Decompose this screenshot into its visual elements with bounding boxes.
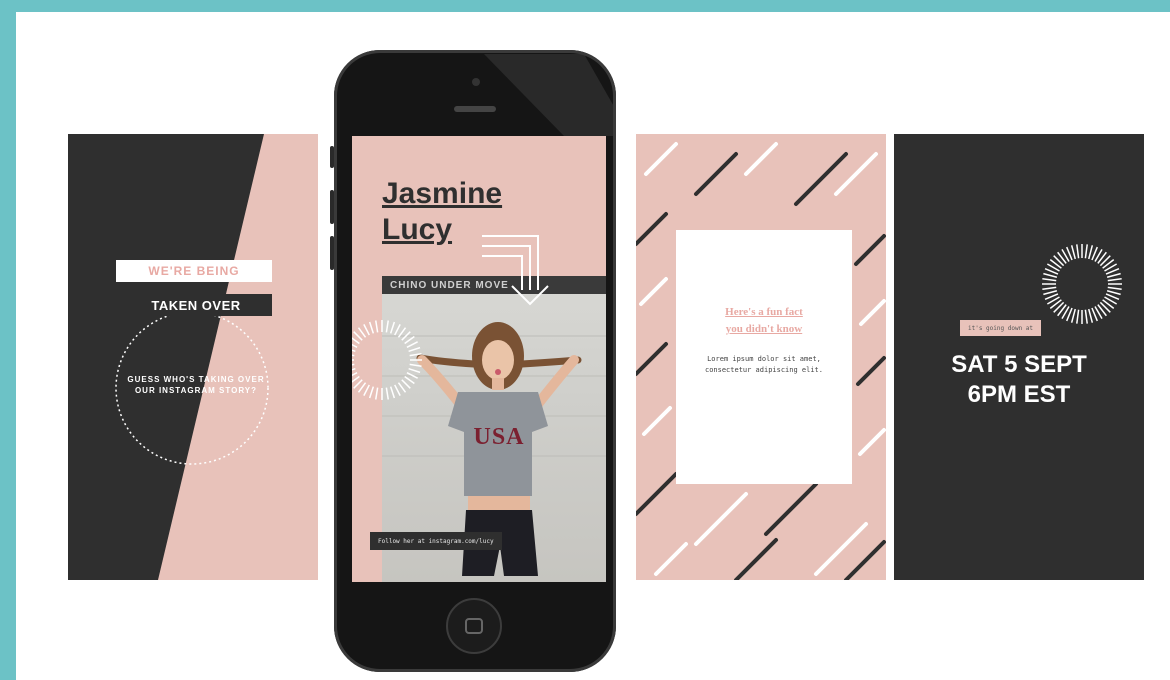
fun-fact-title: Here's a fun fact you didn't know bbox=[676, 304, 852, 338]
takeover-label-2: TAKEN OVER bbox=[120, 294, 272, 316]
event-tag: it's going down at bbox=[960, 320, 1042, 336]
diagonal-split-shape bbox=[115, 134, 318, 580]
sunburst-ray bbox=[1042, 286, 1057, 290]
phone-mute-switch bbox=[330, 146, 334, 168]
sunburst-ray bbox=[357, 327, 367, 338]
sunburst-ray bbox=[1106, 290, 1121, 296]
story-card-takeover: WE'RE BEING TAKEN OVER GUESS WHO'S TAKIN… bbox=[68, 134, 318, 580]
sunburst-ray bbox=[353, 331, 363, 341]
story-title-line-1: Jasmine bbox=[382, 177, 503, 210]
story-card-fun-fact: Here's a fun fact you didn't know Lorem … bbox=[636, 134, 886, 580]
takeover-label-1: WE'RE BEING bbox=[116, 260, 272, 282]
fun-fact-box: Here's a fun fact you didn't know Lorem … bbox=[676, 230, 852, 484]
sunburst-ray bbox=[375, 387, 379, 400]
story-card-event-date: it's going down at SAT 5 SEPT 6PM EST bbox=[894, 134, 1144, 580]
sunburst-ray bbox=[1088, 245, 1094, 260]
sunburst-ray bbox=[352, 349, 356, 353]
phone-speaker bbox=[454, 106, 496, 112]
event-date-line-1: SAT 5 SEPT bbox=[951, 351, 1087, 378]
template-showcase: WE'RE BEING TAKEN OVER GUESS WHO'S TAKIN… bbox=[16, 12, 1170, 680]
sunburst-ray bbox=[368, 321, 375, 334]
sunburst-ray bbox=[1084, 244, 1088, 259]
event-date: SAT 5 SEPT 6PM EST bbox=[894, 350, 1144, 410]
story-title: Jasmine Lucy bbox=[382, 176, 502, 248]
sunburst-ray bbox=[375, 320, 379, 333]
sunburst-ray bbox=[363, 324, 370, 336]
sunburst-ray bbox=[352, 375, 360, 383]
takeover-body: GUESS WHO'S TAKING OVER OUR INSTAGRAM ST… bbox=[127, 375, 265, 395]
sunburst-ray bbox=[353, 379, 363, 389]
phone-camera bbox=[472, 78, 480, 86]
sunburst-ray bbox=[1106, 272, 1121, 278]
sunburst-ray bbox=[352, 354, 355, 357]
sunburst-ray bbox=[352, 343, 358, 348]
sunburst-ray bbox=[363, 384, 370, 396]
sunburst-ray bbox=[1107, 278, 1122, 282]
sunburst-ray bbox=[352, 372, 358, 377]
home-button-icon[interactable] bbox=[446, 598, 502, 654]
phone-screen: Jasmine Lucy CHINO UNDER MOVE USA Follow… bbox=[352, 136, 606, 582]
fun-fact-body: Lorem ipsum dolor sit amet, consectetur … bbox=[704, 355, 823, 374]
story-title-line-2: Lucy bbox=[382, 213, 453, 246]
sunburst-ray bbox=[352, 367, 356, 371]
phone-volume-up bbox=[330, 190, 334, 224]
sunburst-ray bbox=[1070, 308, 1076, 323]
sunburst-ray bbox=[1107, 286, 1122, 290]
sunburst-ray bbox=[1088, 308, 1094, 323]
fun-fact-title-line-2: you didn't know bbox=[725, 323, 803, 335]
sunburst-ray bbox=[352, 337, 360, 345]
sunburst-ray bbox=[1043, 272, 1058, 278]
phone-volume-down bbox=[330, 236, 334, 270]
sunburst-ray bbox=[1084, 309, 1088, 324]
follow-caption: Follow her at instagram.com/lucy bbox=[370, 532, 502, 550]
sunburst-ray bbox=[1076, 309, 1080, 324]
sunburst-ray bbox=[357, 382, 367, 393]
sunburst-ray bbox=[1070, 245, 1076, 260]
event-date-line-2: 6PM EST bbox=[967, 381, 1071, 408]
sunburst-ray bbox=[1043, 290, 1058, 296]
sunburst-ray bbox=[368, 386, 375, 399]
home-button-glyph bbox=[465, 618, 483, 634]
phone-glare bbox=[484, 54, 616, 136]
sunburst-ray bbox=[352, 363, 355, 366]
sunburst-ray bbox=[1042, 278, 1057, 282]
sunburst-ray bbox=[1076, 244, 1080, 259]
shirt-text: USA bbox=[473, 424, 525, 450]
fun-fact-title-line-1: Here's a fun fact bbox=[725, 306, 803, 318]
phone-mockup: Jasmine Lucy CHINO UNDER MOVE USA Follow… bbox=[330, 50, 616, 672]
